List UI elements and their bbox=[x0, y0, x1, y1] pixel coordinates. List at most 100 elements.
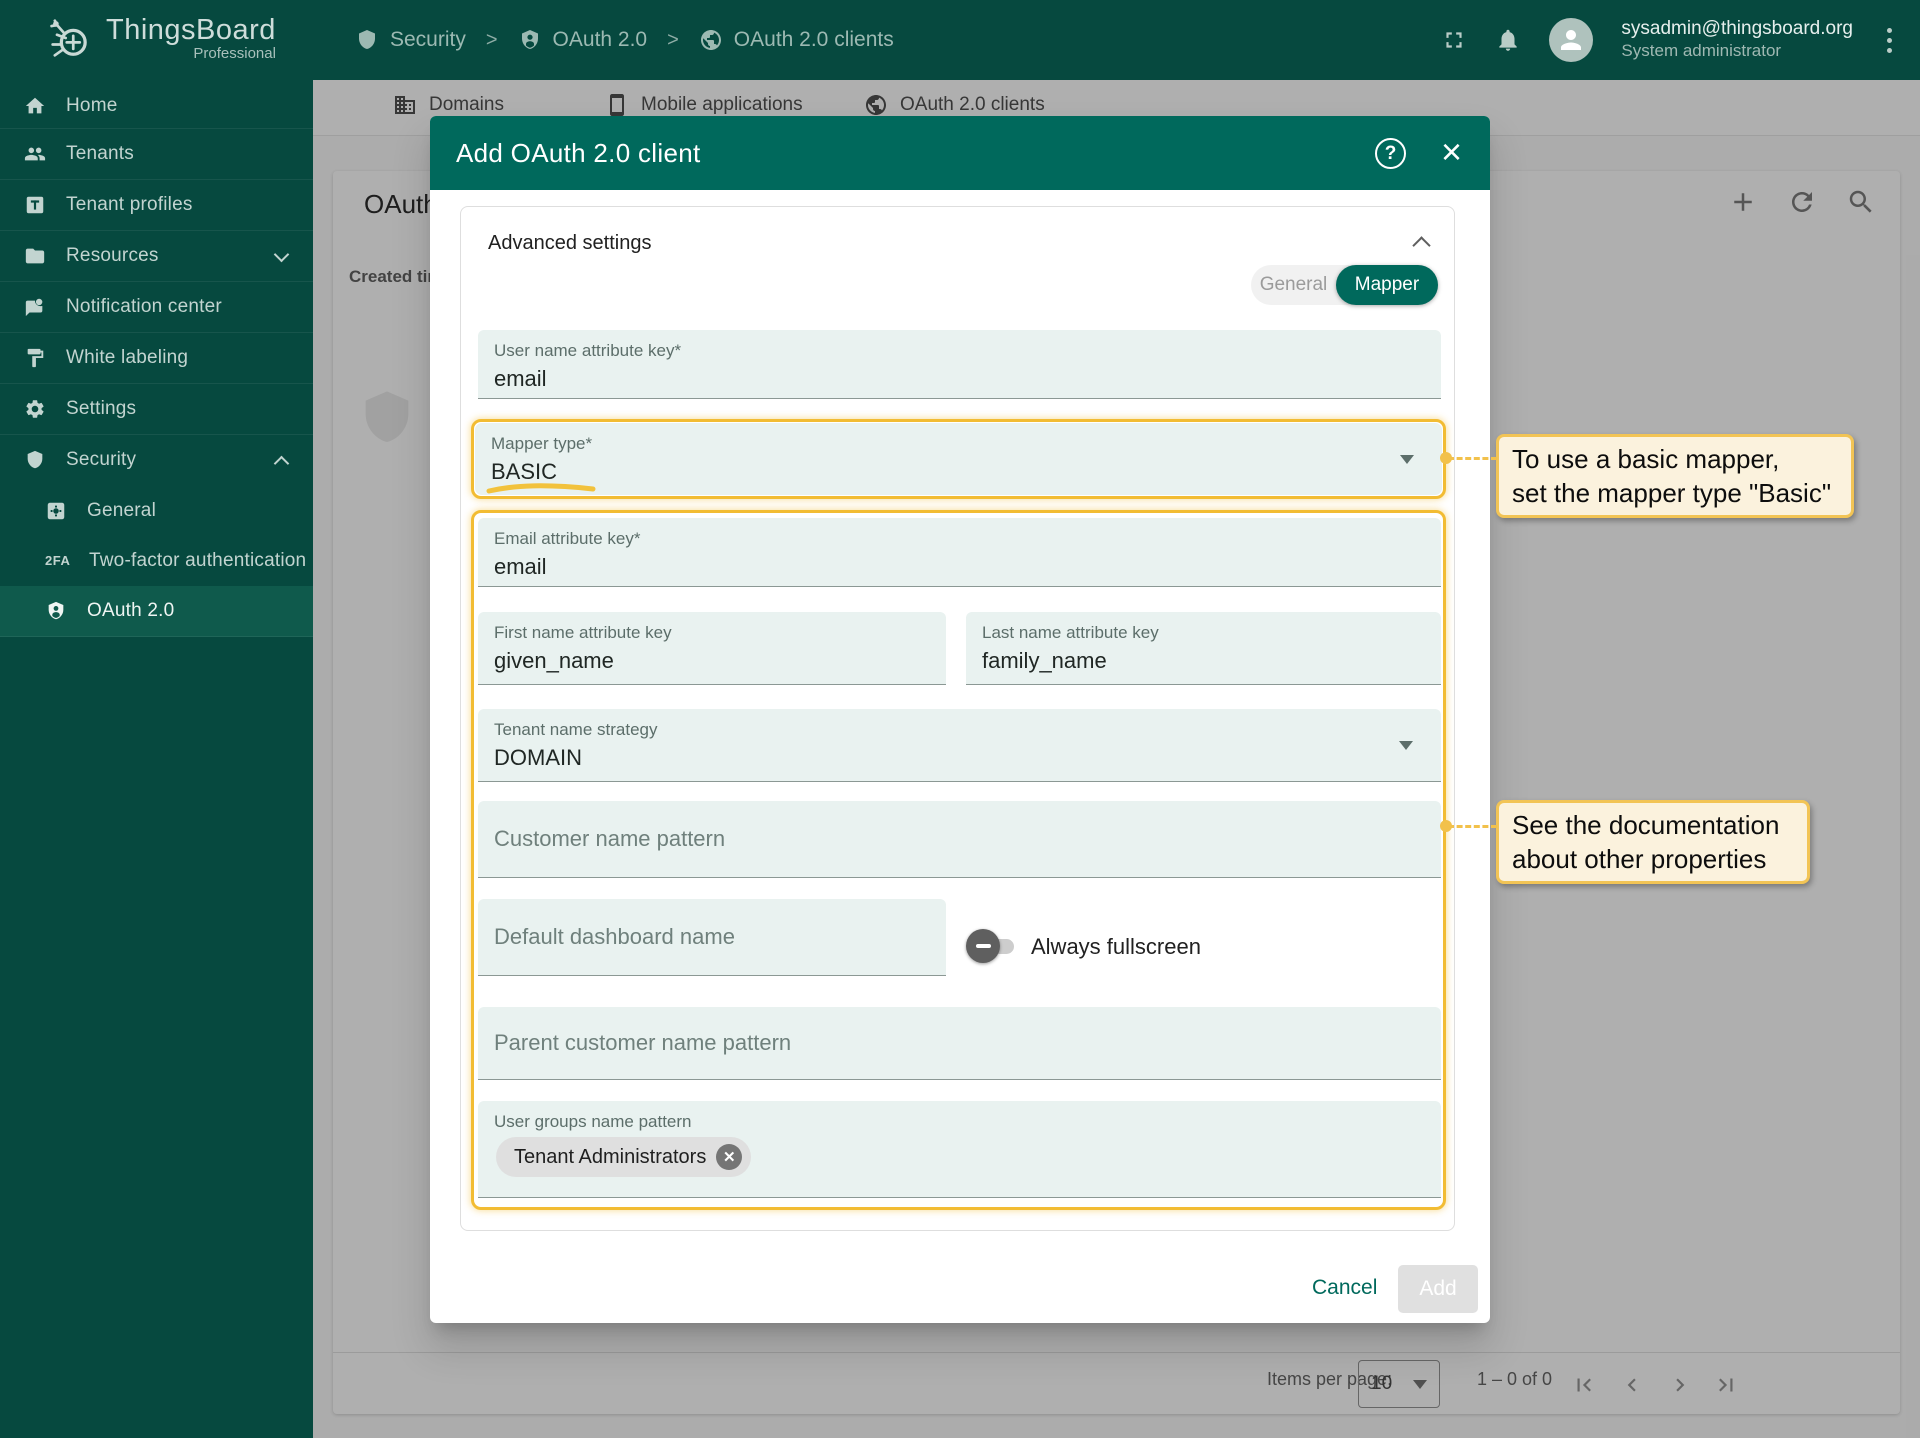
sidebar-item-label: Home bbox=[66, 94, 118, 116]
sidebar-item-label: Tenants bbox=[66, 143, 134, 164]
more-menu-button[interactable] bbox=[1881, 24, 1898, 57]
user-avatar[interactable] bbox=[1549, 18, 1594, 62]
sidebar-item-two-factor-auth[interactable]: 2FA Two-factor authentication bbox=[0, 535, 313, 586]
default-dashboard-name-field[interactable]: Default dashboard name bbox=[478, 899, 946, 976]
cancel-button[interactable]: Cancel bbox=[1300, 1270, 1389, 1306]
user-info: sysadmin@thingsboard.org System administ… bbox=[1621, 18, 1853, 62]
field-label: Last name attribute key bbox=[982, 623, 1159, 642]
notification-center-icon bbox=[24, 296, 46, 318]
sidebar-item-label: OAuth 2.0 bbox=[87, 600, 175, 621]
sidebar-item-notification-center[interactable]: Notification center bbox=[0, 281, 313, 332]
sidebar-item-label: Resources bbox=[66, 245, 159, 266]
field-placeholder: Customer name pattern bbox=[494, 826, 726, 851]
top-toolbar: ThingsBoard Professional Security > OAut… bbox=[0, 0, 1920, 80]
shield-icon bbox=[355, 28, 379, 52]
first-name-attribute-key-field[interactable]: First name attribute key given_name bbox=[478, 612, 946, 685]
toggle-option-general[interactable]: General bbox=[1251, 274, 1336, 296]
sidebar-item-home[interactable]: Home bbox=[0, 80, 313, 131]
chevron-up-icon bbox=[273, 455, 290, 472]
breadcrumb-security[interactable]: Security bbox=[355, 28, 466, 52]
chip-remove-icon[interactable]: ✕ bbox=[716, 1144, 743, 1170]
field-label: Email attribute key* bbox=[494, 529, 641, 548]
sidebar-item-security-general[interactable]: General bbox=[0, 485, 313, 536]
sidebar-item-tenant-profiles[interactable]: Tenant profiles bbox=[0, 179, 313, 230]
folder-icon bbox=[24, 245, 46, 267]
globe-icon bbox=[699, 28, 723, 52]
notifications-bell-button[interactable] bbox=[1495, 27, 1521, 53]
breadcrumb-label: OAuth 2.0 clients bbox=[733, 28, 894, 51]
sidebar-item-white-labeling[interactable]: White labeling bbox=[0, 332, 313, 383]
field-placeholder: Parent customer name pattern bbox=[494, 1030, 792, 1055]
field-value: family_name bbox=[982, 648, 1107, 673]
annotation-text-line: about other properties bbox=[1512, 844, 1767, 874]
annotation-text-line: To use a basic mapper, bbox=[1512, 444, 1780, 474]
help-button[interactable]: ? bbox=[1375, 138, 1406, 169]
sidebar-item-label: White labeling bbox=[66, 347, 189, 368]
chevron-down-icon bbox=[273, 246, 290, 263]
field-value: email bbox=[494, 366, 547, 391]
tenant-name-strategy-select[interactable]: Tenant name strategy DOMAIN bbox=[478, 709, 1441, 782]
mapper-annotation-callout: To use a basic mapper, set the mapper ty… bbox=[1496, 434, 1854, 518]
sidebar-item-security[interactable]: Security bbox=[0, 434, 313, 485]
username-attribute-key-field[interactable]: User name attribute key* email bbox=[478, 330, 1441, 399]
add-button[interactable]: Add bbox=[1398, 1265, 1478, 1313]
logo-title: ThingsBoard bbox=[106, 14, 276, 46]
sidebar-item-settings[interactable]: Settings bbox=[0, 383, 313, 434]
sidebar-item-label: Security bbox=[66, 449, 137, 470]
breadcrumb-separator: > bbox=[667, 28, 679, 51]
breadcrumb-label: Security bbox=[390, 28, 466, 51]
tenant-administrators-chip[interactable]: Tenant Administrators ✕ bbox=[496, 1137, 752, 1177]
advanced-settings-panel: Advanced settings General Mapper User na… bbox=[460, 206, 1455, 1231]
breadcrumb: Security > OAuth 2.0 > OAuth 2.0 clients bbox=[355, 0, 894, 80]
annotation-text-line: set the mapper type "Basic" bbox=[1512, 478, 1832, 508]
add-oauth-client-dialog: Add OAuth 2.0 client ? × Advanced settin… bbox=[430, 116, 1490, 1323]
app-logo[interactable]: ThingsBoard Professional bbox=[44, 12, 276, 64]
mapper-type-select[interactable]: Mapper type* BASIC bbox=[475, 423, 1442, 495]
sidebar-item-label: Tenant profiles bbox=[66, 194, 193, 215]
thingsboard-bug-icon bbox=[44, 12, 96, 64]
user-email: sysadmin@thingsboard.org bbox=[1621, 18, 1853, 39]
tenants-people-icon bbox=[24, 143, 46, 165]
field-label: First name attribute key bbox=[494, 623, 672, 642]
breadcrumb-oauth-clients[interactable]: OAuth 2.0 clients bbox=[699, 28, 894, 52]
breadcrumb-label: OAuth 2.0 bbox=[552, 28, 648, 51]
field-placeholder: Default dashboard name bbox=[494, 924, 735, 949]
close-icon[interactable]: × bbox=[1441, 132, 1462, 172]
field-label: Mapper type* bbox=[491, 434, 593, 453]
user-role: System administrator bbox=[1621, 41, 1782, 60]
fullscreen-button[interactable] bbox=[1441, 27, 1467, 53]
email-attribute-key-field[interactable]: Email attribute key* email bbox=[478, 518, 1441, 587]
home-icon bbox=[24, 95, 46, 117]
last-name-attribute-key-field[interactable]: Last name attribute key family_name bbox=[966, 612, 1441, 685]
general-settings-icon bbox=[45, 500, 67, 522]
two-factor-icon: 2FA bbox=[45, 553, 71, 568]
shield-icon bbox=[24, 449, 46, 471]
always-fullscreen-label: Always fullscreen bbox=[1031, 934, 1201, 959]
shield-person-icon bbox=[45, 600, 67, 622]
sidebar-item-label: General bbox=[87, 499, 156, 521]
parent-customer-name-pattern-field[interactable]: Parent customer name pattern bbox=[478, 1007, 1441, 1080]
breadcrumb-oauth[interactable]: OAuth 2.0 bbox=[518, 28, 648, 52]
sidebar-item-oauth2[interactable]: OAuth 2.0 bbox=[0, 586, 313, 637]
shield-person-icon bbox=[518, 28, 542, 52]
user-groups-name-pattern-field[interactable]: User groups name pattern Tenant Administ… bbox=[478, 1101, 1441, 1198]
sidebar-item-resources[interactable]: Resources bbox=[0, 230, 313, 281]
field-value: DOMAIN bbox=[494, 745, 582, 770]
customer-name-pattern-field[interactable]: Customer name pattern bbox=[478, 801, 1441, 878]
annotation-text-line: See the documentation bbox=[1512, 810, 1780, 840]
breadcrumb-separator: > bbox=[485, 28, 498, 51]
always-fullscreen-toggle[interactable] bbox=[966, 929, 1024, 963]
field-value: email bbox=[494, 554, 547, 579]
dialog-title: Add OAuth 2.0 client bbox=[456, 137, 701, 168]
sidebar-item-tenants[interactable]: Tenants bbox=[0, 128, 313, 179]
sidebar-item-label: Notification center bbox=[66, 296, 222, 317]
sidebar-nav: Home Tenants Tenant profiles Resources N… bbox=[0, 80, 313, 1438]
dialog-header: Add OAuth 2.0 client ? × bbox=[430, 116, 1490, 190]
annotation-connector-line bbox=[1448, 457, 1497, 460]
field-label: User name attribute key* bbox=[494, 341, 682, 360]
toggle-option-mapper[interactable]: Mapper bbox=[1336, 265, 1438, 305]
field-label: Tenant name strategy bbox=[494, 720, 658, 739]
general-mapper-toggle: General Mapper bbox=[1251, 265, 1438, 305]
yellow-underline-scribble bbox=[485, 482, 597, 494]
collapse-chevron-up-icon[interactable] bbox=[1412, 236, 1431, 255]
